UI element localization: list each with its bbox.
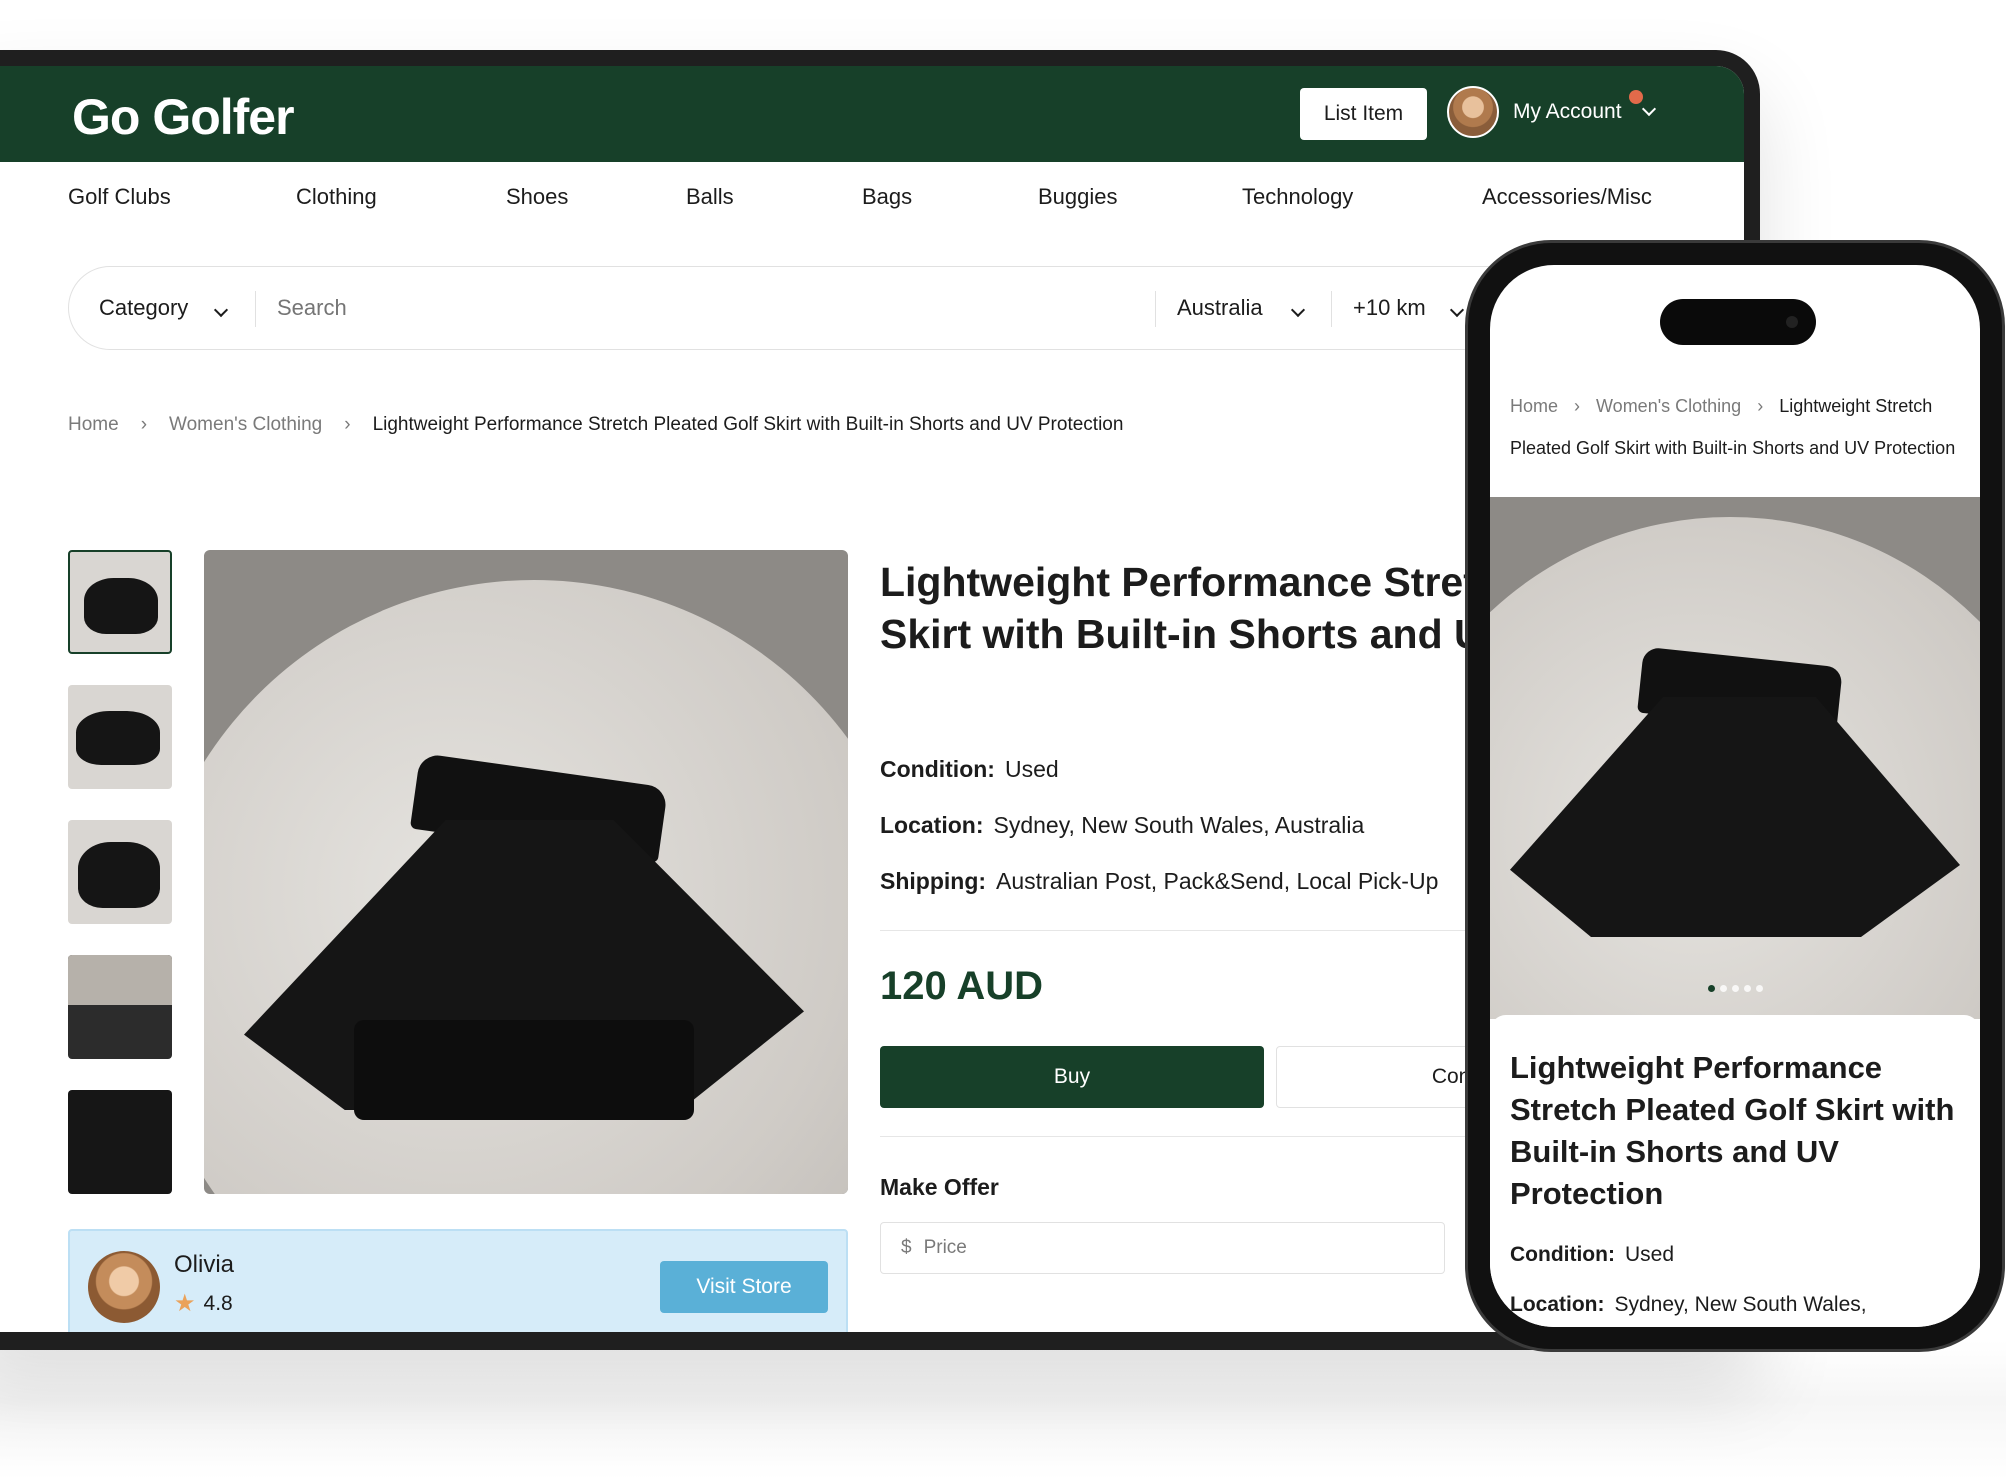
nav-balls[interactable]: Balls xyxy=(686,184,734,210)
mobile-condition-value: Used xyxy=(1624,1243,1674,1266)
category-dropdown[interactable]: Category xyxy=(99,295,229,321)
seller-card: Olivia ★ 4.8 Visit Store xyxy=(68,1229,848,1332)
seller-avatar[interactable] xyxy=(88,1251,160,1323)
nav-bags[interactable]: Bags xyxy=(862,184,912,210)
chevron-down-icon xyxy=(1290,302,1305,318)
phone-screen: Home › Women's Clothing › Lightweight Stretc… xyxy=(1490,265,1980,1327)
top-header: Go Golfer List Item My Account xyxy=(0,66,1744,162)
my-account-label[interactable]: My Account xyxy=(1513,100,1622,124)
nav-golf-clubs[interactable]: Golf Clubs xyxy=(68,184,171,210)
chevron-right-icon: › xyxy=(1574,396,1581,416)
nav-clothing[interactable]: Clothing xyxy=(296,184,377,210)
thumbnail-5[interactable] xyxy=(68,1090,172,1194)
marketing-stage: Go Golfer List Item My Account Golf Club… xyxy=(0,0,2006,1480)
location-value: Sydney, New South Wales, Australia xyxy=(993,812,1365,838)
chevron-right-icon: › xyxy=(1757,396,1764,416)
visit-store-button[interactable]: Visit Store xyxy=(660,1261,828,1313)
condition-row: Condition: Used xyxy=(880,756,1059,783)
make-offer-label: Make Offer xyxy=(880,1174,999,1200)
location-label: Location: xyxy=(880,812,984,838)
radius-label: +10 km xyxy=(1353,295,1426,320)
breadcrumb: Home › Women's Clothing › Lightweight Pe… xyxy=(68,414,1123,436)
mobile-product-image[interactable] xyxy=(1490,497,1980,1019)
breadcrumb-home[interactable]: Home xyxy=(68,414,119,436)
seller-name[interactable]: Olivia xyxy=(174,1251,234,1279)
breadcrumb-section[interactable]: Women's Clothing xyxy=(169,414,322,436)
carousel-dot[interactable] xyxy=(1708,985,1715,992)
thumbnail-1[interactable] xyxy=(68,550,172,654)
condition-value: Used xyxy=(1004,756,1059,782)
notification-dot xyxy=(1629,90,1643,104)
breadcrumb-current: Lightweight Performance Stretch Pleated … xyxy=(372,414,1124,435)
shipping-row: Shipping: Australian Post, Pack&Send, Loc… xyxy=(880,868,1438,895)
account-avatar[interactable] xyxy=(1447,86,1499,138)
search-input[interactable] xyxy=(277,295,877,321)
condition-label: Condition: xyxy=(880,756,995,782)
nav-shoes[interactable]: Shoes xyxy=(506,184,568,210)
offer-price-placeholder: Price xyxy=(923,1237,967,1258)
chevron-right-icon: › xyxy=(344,414,351,435)
camera-icon xyxy=(1786,316,1798,328)
location-row: Location: Sydney, New South Wales, Austra… xyxy=(880,812,1364,839)
country-dropdown[interactable]: Australia xyxy=(1177,295,1305,321)
list-item-button[interactable]: List Item xyxy=(1300,88,1427,140)
my-account-menu[interactable]: My Account xyxy=(1447,86,1656,138)
nav-accessories[interactable]: Accessories/Misc xyxy=(1482,184,1652,210)
product-price: 120 AUD xyxy=(880,964,1044,1008)
mobile-breadcrumb-home[interactable]: Home xyxy=(1510,396,1558,416)
shipping-value: Australian Post, Pack&Send, Local Pick-U… xyxy=(996,868,1439,894)
star-icon: ★ xyxy=(174,1290,196,1317)
category-dropdown-label: Category xyxy=(99,295,189,320)
carousel-dots[interactable] xyxy=(1708,985,1763,992)
mobile-location-row: Location: Sydney, New South Wales, xyxy=(1510,1293,1867,1317)
nav-technology[interactable]: Technology xyxy=(1242,184,1353,210)
go-golfer-logo[interactable]: Go Golfer xyxy=(72,88,295,146)
mobile-condition-row: Condition: Used xyxy=(1510,1243,1674,1267)
shipping-label: Shipping: xyxy=(880,868,987,894)
country-label: Australia xyxy=(1177,295,1263,320)
offer-price-input[interactable]: $ Price xyxy=(880,1222,1445,1274)
product-main-image[interactable] xyxy=(204,550,848,1194)
thumbnail-4[interactable] xyxy=(68,955,172,1059)
seller-rating: ★ 4.8 xyxy=(174,1289,233,1318)
carousel-dot[interactable] xyxy=(1732,985,1739,992)
thumbnail-3[interactable] xyxy=(68,820,172,924)
mobile-breadcrumb: Home › Women's Clothing › Lightweight Stretc… xyxy=(1510,385,1970,469)
mobile-location-label: Location: xyxy=(1510,1293,1605,1316)
seller-rating-value: 4.8 xyxy=(203,1291,233,1315)
radius-dropdown[interactable]: +10 km xyxy=(1353,295,1464,321)
chevron-right-icon: › xyxy=(140,414,148,435)
carousel-dot[interactable] xyxy=(1720,985,1727,992)
divider xyxy=(255,291,256,327)
divider xyxy=(1331,291,1332,327)
divider xyxy=(1155,291,1156,327)
nav-buggies[interactable]: Buggies xyxy=(1038,184,1118,210)
chevron-down-icon xyxy=(1449,302,1464,318)
chevron-down-icon xyxy=(214,302,229,318)
mobile-breadcrumb-section[interactable]: Women's Clothing xyxy=(1596,396,1741,416)
mobile-details-card: Lightweight Performance Stretch Pleated … xyxy=(1490,1015,1980,1327)
mobile-product-title: Lightweight Performance Stretch Pleated … xyxy=(1510,1050,1955,1211)
mobile-location-value: Sydney, New South Wales, xyxy=(1614,1293,1867,1316)
dynamic-island xyxy=(1660,299,1816,345)
carousel-dot[interactable] xyxy=(1744,985,1751,992)
chevron-down-icon[interactable] xyxy=(1641,101,1656,117)
category-nav: Golf Clubs Clothing Shoes Balls Bags Bug… xyxy=(68,184,1668,224)
carousel-dot[interactable] xyxy=(1756,985,1763,992)
phone-frame: Home › Women's Clothing › Lightweight Stretc… xyxy=(1465,240,2005,1352)
thumbnail-2[interactable] xyxy=(68,685,172,789)
dollar-icon: $ xyxy=(901,1237,912,1258)
mobile-condition-label: Condition: xyxy=(1510,1243,1615,1266)
buy-button[interactable]: Buy xyxy=(880,1046,1264,1108)
